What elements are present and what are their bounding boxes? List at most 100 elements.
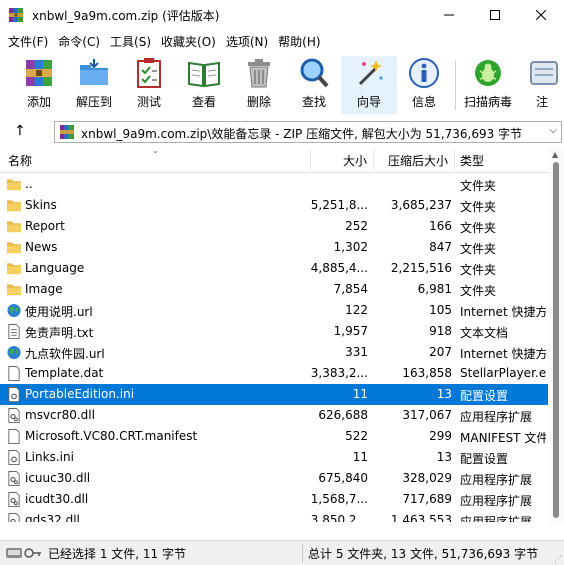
delete-button[interactable]: 删除	[231, 56, 287, 114]
column-header-name[interactable]: 名称	[8, 152, 32, 169]
dll-file-icon	[8, 513, 20, 522]
up-arrow-icon[interactable]: ↑	[14, 123, 26, 139]
menu-commands[interactable]: 命令(C)	[58, 31, 100, 52]
file-size: 3,383,2...	[310, 366, 368, 380]
menu-tools[interactable]: 工具(S)	[110, 31, 151, 52]
close-button[interactable]	[518, 0, 564, 30]
scrollbar-thumb[interactable]	[553, 162, 559, 518]
file-packed-size: 6,981	[417, 282, 452, 296]
scroll-up-icon[interactable]: ▲	[552, 150, 558, 159]
info-button[interactable]: 信息	[396, 56, 452, 114]
path-field[interactable]: xnbwl_9a9m.com.zip\效能备忘录 - ZIP 压缩文件, 解包大…	[54, 121, 562, 143]
text-file-icon	[8, 324, 20, 339]
table-row[interactable]: Links.ini 11 13 配置设置	[0, 447, 548, 468]
file-packed-size: 163,858	[402, 366, 452, 380]
title-bar[interactable]: xnbwl_9a9m.com.zip (评估版本)	[0, 0, 564, 30]
file-type: 应用程序扩展	[460, 410, 533, 424]
vertical-scrollbar[interactable]: ▲	[548, 148, 564, 522]
file-packed-size: 207	[429, 345, 452, 359]
table-row[interactable]: Microsoft.VC80.CRT.manifest 522 299 MANIFES…	[0, 426, 548, 447]
comment-button[interactable]: 注	[522, 56, 562, 114]
globe-icon	[7, 303, 21, 318]
menu-favorites[interactable]: 收藏夹(O)	[161, 31, 216, 52]
column-header-packed[interactable]: 压缩后大小	[388, 152, 448, 169]
file-name: News	[25, 240, 58, 254]
file-name: icuuc30.dll	[25, 471, 91, 485]
table-row[interactable]: gds32.dll 3,850,2... 1,463,553 应用程序扩展	[0, 510, 548, 522]
close-icon	[536, 10, 546, 20]
resize-grip-icon[interactable]: ⋰	[554, 554, 562, 563]
file-size: 122	[345, 303, 368, 317]
table-row[interactable]: Language 4,885,4... 2,215,516 文件夹	[0, 258, 548, 279]
table-row[interactable]: msvcr80.dll 626,688 317,067 应用程序扩展	[0, 405, 548, 426]
scan-virus-button[interactable]: 扫描病毒	[460, 56, 516, 114]
table-row[interactable]: 九点软件园.url 331 207 Internet 快捷方	[0, 342, 548, 363]
column-divider[interactable]	[310, 150, 311, 170]
winrar-window: xnbwl_9a9m.com.zip (评估版本) 文件(F) 命令(C) 工具…	[0, 0, 564, 565]
file-type: 文件夹	[460, 179, 497, 193]
table-row[interactable]: PortableEdition.ini 11 13 配置设置	[0, 384, 548, 405]
add-button[interactable]: 添加	[11, 56, 67, 114]
folder-icon	[6, 263, 22, 275]
zip-archive-icon	[60, 125, 74, 139]
folder-icon	[6, 284, 22, 296]
menu-help[interactable]: 帮助(H)	[278, 31, 320, 52]
file-name: msvcr80.dll	[25, 408, 95, 422]
folder-icon	[6, 200, 22, 212]
file-name: Image	[25, 282, 63, 296]
dll-file-icon	[8, 471, 20, 486]
column-divider[interactable]	[454, 150, 455, 170]
table-row[interactable]: Image 7,854 6,981 文件夹	[0, 279, 548, 300]
table-row[interactable]: Report 252 166 文件夹	[0, 216, 548, 237]
maximize-button[interactable]	[472, 0, 518, 30]
file-size: 252	[345, 219, 368, 233]
menu-options[interactable]: 选项(N)	[226, 31, 268, 52]
table-row[interactable]: News 1,302 847 文件夹	[0, 237, 548, 258]
table-row[interactable]: icudt30.dll 1,568,7... 717,689 应用程序扩展	[0, 489, 548, 510]
window-title: xnbwl_9a9m.com.zip (评估版本)	[32, 9, 220, 23]
file-packed-size: 13	[436, 387, 452, 401]
table-row[interactable]: 使用说明.url 122 105 Internet 快捷方	[0, 300, 548, 321]
table-row[interactable]: 免责声明.txt 1,957 918 文本文档	[0, 321, 548, 342]
file-name: Report	[25, 219, 65, 233]
menu-file[interactable]: 文件(F)	[8, 31, 48, 52]
file-packed-size: 847	[429, 240, 452, 254]
view-button[interactable]: 查看	[176, 56, 232, 114]
ini-file-icon	[8, 387, 20, 402]
trash-icon	[248, 59, 270, 88]
table-row[interactable]: icuuc30.dll 675,840 328,029 应用程序扩展	[0, 468, 548, 489]
info-label: 信息	[411, 95, 436, 109]
table-row[interactable]: Skins 5,251,8... 3,685,237 文件夹	[0, 195, 548, 216]
column-divider[interactable]	[373, 150, 374, 170]
magic-wand-icon	[358, 60, 383, 86]
wizard-label: 向导	[356, 95, 381, 109]
file-name: Template.dat	[25, 366, 104, 380]
comment-icon	[530, 61, 558, 85]
globe-icon	[7, 345, 21, 360]
folder-icon	[6, 179, 22, 191]
minimize-button[interactable]	[426, 0, 472, 30]
chevron-down-icon[interactable]: ⌵	[549, 125, 557, 136]
file-size: 3,850,2...	[310, 513, 368, 522]
find-label: 查找	[301, 95, 326, 109]
extract-to-button[interactable]: 解压到	[66, 56, 122, 114]
column-header-type[interactable]: 类型	[460, 152, 484, 169]
file-name: PortableEdition.ini	[25, 387, 135, 401]
archive-add-icon	[26, 60, 52, 86]
column-header-size[interactable]: 大小	[343, 152, 367, 169]
test-button[interactable]: 测试	[121, 56, 177, 114]
table-row[interactable]: Template.dat 3,383,2... 163,858 StellarPlay…	[0, 363, 548, 384]
file-size: 11	[352, 450, 368, 464]
clipboard-check-icon	[137, 58, 161, 88]
file-name: Microsoft.VC80.CRT.manifest	[25, 429, 198, 443]
file-packed-size: 328,029	[402, 471, 452, 485]
file-icon	[8, 366, 20, 381]
table-row[interactable]: .. 文件夹	[0, 174, 548, 195]
file-packed-size: 3,685,237	[390, 198, 452, 212]
file-type: 文本文档	[460, 326, 509, 340]
find-button[interactable]: 查找	[286, 56, 342, 114]
wizard-button[interactable]: 向导	[341, 56, 397, 114]
disk-key-icon[interactable]	[6, 546, 42, 560]
view-label: 查看	[191, 95, 216, 109]
file-name: Language	[25, 261, 85, 275]
